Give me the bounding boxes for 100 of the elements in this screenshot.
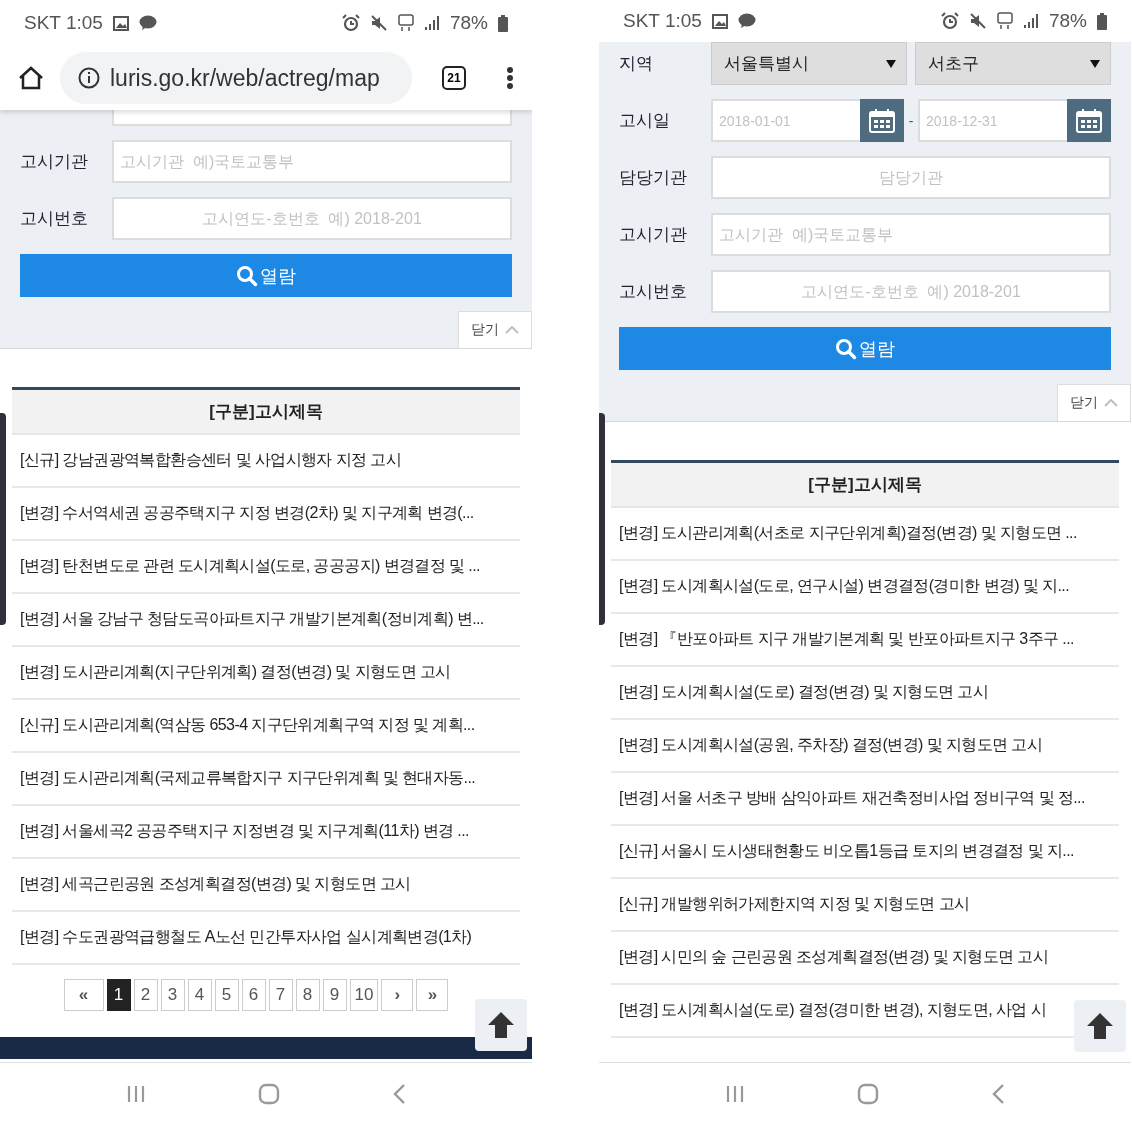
home-button-icon <box>857 1083 879 1105</box>
home-button-icon <box>258 1083 280 1105</box>
notice-title-link[interactable]: [변경] 『반포아파트 지구 개발기본계획 및 반포아파트지구 3주구 ... <box>619 629 1074 650</box>
signal-icon <box>1022 13 1039 29</box>
field-label: 고시번호 <box>619 281 688 303</box>
input-field[interactable]: 담당기관 <box>711 156 1111 199</box>
arrow-up-icon <box>1086 1012 1114 1040</box>
picture-icon <box>711 13 728 29</box>
search-button[interactable]: 열람 <box>20 254 512 297</box>
battery-icon <box>498 14 508 32</box>
tab-count-button[interactable]: 21 <box>442 66 466 90</box>
notice-title-link[interactable]: [신규] 강남권광역복합환승센터 및 사업시행자 지정 고시 <box>20 450 402 471</box>
dropdown-caret-icon <box>1090 59 1100 68</box>
dropdown-caret-icon <box>886 59 896 68</box>
calendar-button[interactable] <box>1067 99 1111 142</box>
notice-title-link[interactable]: [변경] 도시계획시설(도로) 결정(경미한 변경), 지형도면, 사업 시 <box>619 1000 1046 1021</box>
next-page-button[interactable]: › <box>381 979 414 1011</box>
edge-panel-handle[interactable] <box>599 413 605 625</box>
carrier-time: SKT 1:05 <box>24 12 103 34</box>
field-label: 담당기관 <box>619 167 688 189</box>
back-icon <box>392 1083 406 1105</box>
chat-bubble-icon <box>138 15 157 31</box>
search-icon <box>835 337 857 360</box>
list-header: [구분]고시제목 <box>12 390 520 435</box>
chevron-up-icon <box>505 326 519 334</box>
notice-title-link[interactable]: [변경] 수서역세권 공공주택지구 지정 변경(2차) 및 지구계획 변경(... <box>20 503 474 524</box>
field-label: 고시번호 <box>20 208 89 230</box>
battery-icon <box>1097 12 1107 30</box>
alarm-icon <box>940 12 959 30</box>
field-label: 지역 <box>619 53 654 75</box>
signal-icon <box>423 15 440 31</box>
notice-title-link[interactable]: [신규] 도시관리계획(역삼동 653-4 지구단위계획구역 지정 및 계획... <box>20 715 475 736</box>
notice-title-link[interactable]: [변경] 도시관리계획(서초로 지구단위계획)결정(변경) 및 지형도면 ... <box>619 523 1077 544</box>
more-menu-icon <box>506 66 514 90</box>
page-button[interactable]: 4 <box>187 979 212 1011</box>
mute-icon <box>968 12 987 30</box>
notice-title-link[interactable]: [변경] 서울 강남구 청담도곡아파트지구 개발기본계획(정비계획) 변... <box>20 609 484 630</box>
field-label: 고시기관 <box>619 224 688 246</box>
date-separator: - <box>907 112 915 129</box>
calendar-icon <box>869 108 895 133</box>
mute-icon <box>369 14 388 32</box>
battery-percent: 78% <box>1048 10 1087 32</box>
notice-title-link[interactable]: [변경] 서울 서초구 방배 삼익아파트 재건축정비사업 정비구역 및 정... <box>619 788 1085 809</box>
end-date-field[interactable]: 2018-12-31 <box>918 99 1067 142</box>
notice-title-link[interactable]: [신규] 서울시 도시생태현황도 비오톱1등급 토지의 변경결정 및 지... <box>619 841 1074 862</box>
page-button[interactable]: 8 <box>295 979 320 1011</box>
calendar-icon <box>1076 108 1102 133</box>
chat-bubble-icon <box>737 13 756 29</box>
page-button[interactable]: 6 <box>241 979 266 1011</box>
chevron-up-icon <box>1104 399 1118 407</box>
notice-title-link[interactable]: [변경] 탄천변도로 관련 도시계획시설(도로, 공공공지) 변경결정 및 ... <box>20 556 480 577</box>
notice-title-link[interactable]: [변경] 도시계획시설(도로, 연구시설) 변경결정(경미한 변경) 및 지... <box>619 576 1070 597</box>
start-date-field[interactable]: 2018-01-01 <box>711 99 860 142</box>
url-bar[interactable]: luris.go.kr/web/actreg/map <box>60 52 412 104</box>
calendar-button[interactable] <box>860 99 904 142</box>
carrier-time: SKT 1:05 <box>623 10 702 32</box>
close-button[interactable]: 닫기 <box>458 311 532 348</box>
page-button[interactable]: 9 <box>322 979 347 1011</box>
battery-percent: 78% <box>449 12 488 34</box>
search-button[interactable]: 열람 <box>619 327 1111 370</box>
page-button[interactable]: 1 <box>106 979 131 1011</box>
last-page-button[interactable]: » <box>416 979 449 1011</box>
notice-title-link[interactable]: [변경] 도시계획시설(공원, 주차장) 결정(변경) 및 지형도면 고시 <box>619 735 1043 756</box>
close-button[interactable]: 닫기 <box>1057 384 1131 421</box>
notice-title-link[interactable]: [변경] 세곡근린공원 조성계획결정(변경) 및 지형도면 고시 <box>20 874 411 895</box>
input-field[interactable]: 고시연도-호번호 예) 2018-201 <box>112 197 512 240</box>
recent-apps-icon <box>725 1084 745 1104</box>
home-icon <box>18 66 44 90</box>
info-icon <box>78 67 100 89</box>
scroll-top-button[interactable] <box>475 999 527 1051</box>
back-icon <box>991 1083 1005 1105</box>
notice-title-link[interactable]: [변경] 도시관리계획(지구단위계획) 결정(변경) 및 지형도면 고시 <box>20 662 451 683</box>
notice-title-link[interactable]: [변경] 도시관리계획(국제교류복합지구 지구단위계획 및 현대자동... <box>20 768 476 789</box>
notice-title-link[interactable]: [변경] 도시계획시설(도로) 결정(변경) 및 지형도면 고시 <box>619 682 989 703</box>
input-field[interactable]: 고시기관 예)국토교통부 <box>112 140 512 183</box>
arrow-up-icon <box>487 1011 515 1039</box>
picture-icon <box>112 15 129 31</box>
region-select[interactable]: 서울특별시 <box>711 42 907 85</box>
notice-title-link[interactable]: [변경] 서울세곡2 공공주택지구 지정변경 및 지구계획(11차) 변경 ... <box>20 821 469 842</box>
field-label: 고시기관 <box>20 151 89 173</box>
notice-title-link[interactable]: [변경] 시민의 숲 근린공원 조성계획결정(변경) 및 지형도면 고시 <box>619 947 1049 968</box>
input-field[interactable]: 고시연도-호번호 예) 2018-201 <box>711 270 1111 313</box>
scroll-top-button[interactable] <box>1074 1000 1126 1052</box>
first-page-button[interactable]: « <box>63 979 104 1011</box>
search-icon <box>236 264 258 287</box>
page-button[interactable]: 2 <box>133 979 158 1011</box>
page-button[interactable]: 7 <box>268 979 293 1011</box>
page-button[interactable]: 10 <box>349 979 379 1011</box>
page-button[interactable]: 3 <box>160 979 185 1011</box>
input-field[interactable]: 고시기관 예)국토교통부 <box>711 213 1111 256</box>
region-select[interactable]: 서초구 <box>915 42 1111 85</box>
notice-title-link[interactable]: [변경] 수도권광역급행철도 A노선 민간투자사업 실시계획변경(1차) <box>20 927 472 948</box>
list-header: [구분]고시제목 <box>611 463 1119 508</box>
page-button[interactable]: 5 <box>214 979 239 1011</box>
field-label: 고시일 <box>619 110 671 132</box>
notice-title-link[interactable]: [신규] 개발행위허가제한지역 지정 및 지형도면 고시 <box>619 894 970 915</box>
recent-apps-icon <box>126 1084 146 1104</box>
input-field[interactable] <box>112 110 512 126</box>
alarm-icon <box>341 14 360 32</box>
edge-panel-handle[interactable] <box>0 413 6 625</box>
